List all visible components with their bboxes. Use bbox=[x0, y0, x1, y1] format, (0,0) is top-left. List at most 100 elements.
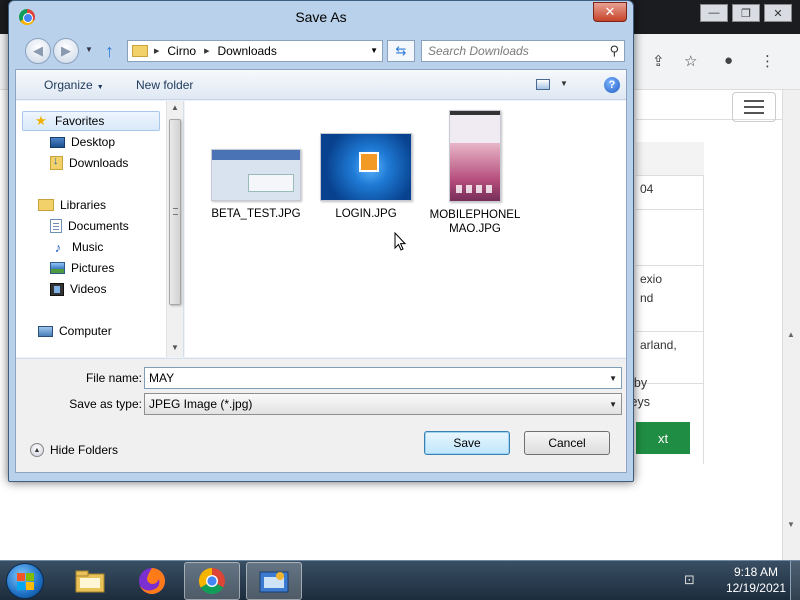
chrome-app-icon bbox=[19, 9, 35, 25]
chevron-down-icon[interactable]: ▼ bbox=[609, 400, 617, 409]
clock-time: 9:18 AM bbox=[733, 565, 778, 579]
address-dropdown-icon[interactable]: ▼ bbox=[370, 46, 378, 55]
sidebar-item-label: Libraries bbox=[60, 198, 107, 212]
view-options-dropdown-icon[interactable]: ▼ bbox=[560, 79, 568, 88]
browser-menu-icon[interactable]: ⋮ bbox=[760, 52, 775, 70]
next-button[interactable]: xt bbox=[636, 422, 690, 454]
sidebar-item-label: Downloads bbox=[69, 156, 129, 170]
save-as-dialog: Save As ✕ ◀ ▶ ▼ ↑ ▶ Cirno ▶ Downloads ▼ … bbox=[8, 0, 634, 482]
scroll-mark: ▲ bbox=[787, 330, 795, 339]
sidebar-item-downloads[interactable]: Downloads bbox=[50, 153, 128, 173]
cancel-button[interactable]: Cancel bbox=[524, 431, 610, 455]
recent-locations-dropdown-icon[interactable]: ▼ bbox=[85, 45, 93, 54]
network-icon[interactable]: ⊡ bbox=[684, 572, 695, 588]
breadcrumb-separator-icon[interactable]: ▶ bbox=[204, 47, 209, 55]
file-explorer-icon bbox=[75, 570, 105, 593]
sidebar-item-label: Documents bbox=[68, 219, 129, 233]
firefox-icon bbox=[139, 568, 165, 594]
table-row bbox=[636, 210, 704, 266]
sidebar-item-favorites[interactable]: ★ Favorites bbox=[22, 111, 160, 131]
search-icon[interactable]: ⚲ bbox=[609, 43, 619, 59]
sidebar-item-label: Videos bbox=[70, 282, 107, 296]
up-arrow-icon[interactable]: ↑ bbox=[105, 41, 114, 62]
refresh-icon[interactable]: ⇆ bbox=[387, 40, 415, 62]
scroll-up-icon[interactable]: ▲ bbox=[171, 103, 179, 112]
scrollbar-grip-icon bbox=[173, 208, 178, 215]
save-button[interactable]: Save bbox=[424, 431, 510, 455]
libraries-icon bbox=[38, 199, 54, 211]
share-icon[interactable]: ⇪ bbox=[652, 52, 665, 70]
change-view-icon[interactable] bbox=[536, 79, 550, 90]
table-row: exio nd bbox=[636, 266, 704, 332]
browser-close-button[interactable]: ✕ bbox=[764, 4, 792, 22]
chevron-down-icon[interactable]: ▼ bbox=[609, 374, 617, 383]
navigation-pane: ★ Favorites Desktop Downloads Libraries … bbox=[16, 101, 184, 357]
sidebar-item-computer[interactable]: Computer bbox=[38, 321, 112, 341]
pictures-icon bbox=[50, 262, 65, 274]
bookmark-star-icon[interactable]: ☆ bbox=[684, 52, 697, 70]
scroll-down-icon[interactable]: ▼ bbox=[171, 343, 179, 352]
forward-arrow-icon[interactable]: ▶ bbox=[53, 38, 79, 64]
scrollbar-thumb[interactable] bbox=[169, 119, 181, 305]
file-item-login[interactable]: LOGIN.JPG bbox=[313, 133, 419, 221]
page-scrollbar[interactable]: ▲ ▼ bbox=[782, 90, 800, 560]
organize-label: Organize bbox=[44, 78, 93, 92]
minimize-button[interactable]: — bbox=[700, 4, 728, 22]
taskbar-app-button[interactable] bbox=[246, 562, 302, 600]
file-item-mobilephone[interactable]: MOBILEPHONEL MAO.JPG bbox=[421, 110, 529, 236]
star-icon: ★ bbox=[35, 113, 47, 128]
search-input[interactable] bbox=[422, 41, 600, 61]
dialog-close-button[interactable]: ✕ bbox=[593, 2, 627, 22]
new-folder-button[interactable]: New folder bbox=[136, 78, 193, 92]
sidebar-item-label: Computer bbox=[59, 324, 112, 338]
breadcrumb-separator-icon[interactable]: ▶ bbox=[154, 47, 159, 55]
file-item-beta-test[interactable]: BETA_TEST.JPG bbox=[203, 149, 309, 221]
breadcrumb-downloads[interactable]: Downloads bbox=[217, 44, 276, 58]
save-as-type-select[interactable]: JPEG Image (*.jpg) ▼ bbox=[144, 393, 622, 415]
sidebar-item-documents[interactable]: Documents bbox=[50, 216, 129, 236]
scroll-mark: ▼ bbox=[787, 520, 795, 529]
tray-clock[interactable]: 9:18 AM 12/19/2021 bbox=[726, 564, 786, 596]
folder-icon bbox=[132, 45, 148, 57]
sidebar-item-desktop[interactable]: Desktop bbox=[50, 132, 115, 152]
organize-menu[interactable]: Organize ▼ bbox=[44, 78, 104, 92]
chrome-icon bbox=[198, 567, 225, 595]
save-as-type-value: JPEG Image (*.jpg) bbox=[149, 397, 253, 411]
file-name: MOBILEPHONEL MAO.JPG bbox=[429, 209, 521, 235]
image-thumbnail bbox=[211, 149, 301, 201]
taskbar-firefox-button[interactable] bbox=[124, 562, 180, 600]
image-thumbnail bbox=[320, 133, 412, 201]
search-box[interactable]: ⚲ bbox=[421, 40, 625, 62]
taskbar-chrome-button[interactable] bbox=[184, 562, 240, 600]
sidebar-item-videos[interactable]: Videos bbox=[50, 279, 106, 299]
taskbar-explorer-button[interactable] bbox=[62, 562, 118, 600]
profile-icon[interactable]: ● bbox=[724, 52, 733, 69]
navigation-pane-scrollbar[interactable]: ▲ ▼ bbox=[166, 101, 183, 357]
sidebar-item-libraries[interactable]: Libraries bbox=[38, 195, 106, 215]
file-name-field[interactable]: ▼ bbox=[144, 367, 622, 389]
mouse-cursor-icon bbox=[394, 232, 406, 251]
sidebar-item-music[interactable]: ♪ Music bbox=[50, 237, 104, 257]
maximize-button[interactable]: ❐ bbox=[732, 4, 760, 22]
dialog-title: Save As bbox=[295, 9, 347, 25]
clock-date: 12/19/2021 bbox=[725, 581, 786, 595]
save-as-type-label: Save as type: bbox=[69, 397, 142, 411]
address-bar[interactable]: ▶ Cirno ▶ Downloads ▼ bbox=[127, 40, 383, 62]
file-name: BETA_TEST.JPG bbox=[211, 208, 301, 220]
chevron-down-icon: ▼ bbox=[96, 84, 104, 91]
table-row: 04 bbox=[636, 176, 704, 210]
save-options-panel: File name: ▼ Save as type: JPEG Image (*… bbox=[16, 358, 626, 472]
browser-window-controls: — ❐ ✕ bbox=[700, 4, 792, 22]
back-arrow-icon[interactable]: ◀ bbox=[25, 38, 51, 64]
sidebar-item-pictures[interactable]: Pictures bbox=[50, 258, 114, 278]
hamburger-menu-icon[interactable] bbox=[732, 92, 776, 122]
start-button[interactable] bbox=[6, 563, 44, 599]
breadcrumb-cirno[interactable]: Cirno bbox=[167, 44, 196, 58]
windows-logo-icon bbox=[16, 572, 34, 590]
hide-folders-button[interactable]: ▲ Hide Folders bbox=[30, 443, 118, 457]
show-desktop-button[interactable] bbox=[790, 561, 800, 600]
file-name-input[interactable] bbox=[149, 371, 589, 385]
sidebar-item-label: Favorites bbox=[55, 114, 105, 128]
help-icon[interactable]: ? bbox=[604, 77, 620, 93]
documents-icon bbox=[50, 219, 62, 233]
